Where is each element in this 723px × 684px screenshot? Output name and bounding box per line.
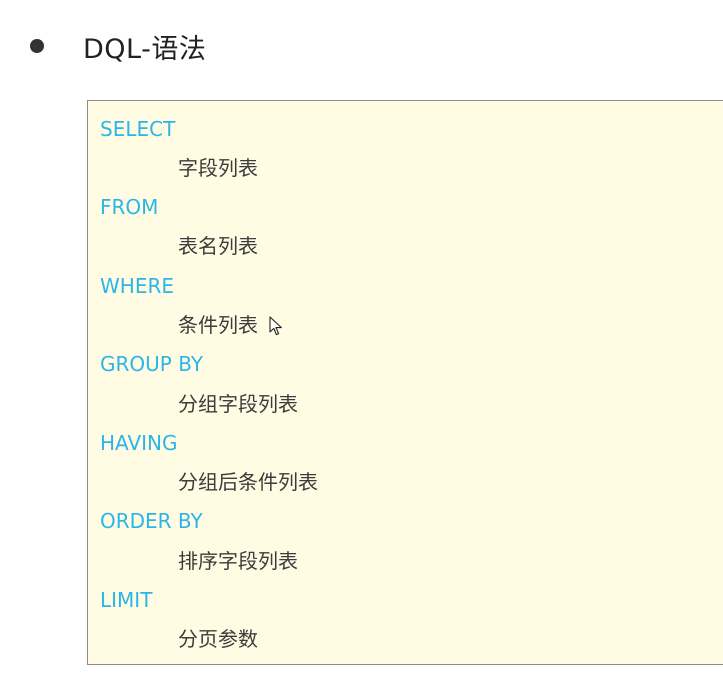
section-title: DQL-语法 (83, 33, 207, 65)
select-argument: 字段列表 (178, 156, 258, 180)
section-heading: DQL-语法 (30, 26, 206, 66)
order-by-argument: 排序字段列表 (178, 549, 298, 573)
sql-syntax-box: SELECT 字段列表 FROM 表名列表 WHERE 条件列表 GROUP B… (87, 100, 723, 665)
keyword-select: SELECT (100, 117, 176, 141)
bullet-icon (30, 39, 44, 53)
from-argument: 表名列表 (178, 234, 258, 258)
group-by-argument: 分组字段列表 (178, 392, 298, 416)
keyword-having: HAVING (100, 431, 178, 455)
where-argument: 条件列表 (178, 313, 258, 337)
having-argument: 分组后条件列表 (178, 470, 318, 494)
limit-argument: 分页参数 (178, 627, 258, 651)
keyword-where: WHERE (100, 274, 174, 298)
keyword-from: FROM (100, 195, 159, 219)
mouse-pointer-icon (269, 316, 282, 336)
keyword-group-by: GROUP BY (100, 352, 204, 376)
keyword-limit: LIMIT (100, 588, 153, 612)
keyword-order-by: ORDER BY (100, 509, 203, 533)
